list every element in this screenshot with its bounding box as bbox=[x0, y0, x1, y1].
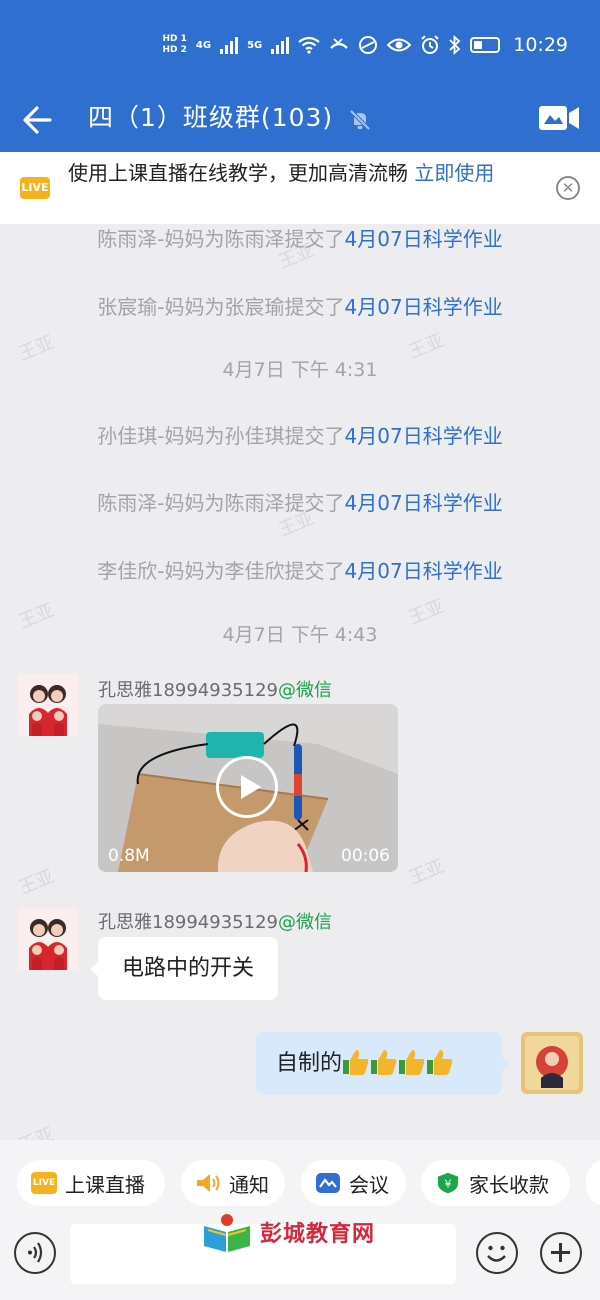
quick-action-label: 上课直播 bbox=[65, 1172, 145, 1197]
battery-icon bbox=[470, 37, 501, 53]
homework-link[interactable]: 4月07日科学作业 bbox=[345, 559, 503, 583]
banner-message: 使用上课直播在线教学，更加高清流畅 bbox=[68, 161, 408, 185]
sender-name: 孔思雅18994935129@微信 bbox=[98, 908, 332, 934]
status-bar: HD 1 HD 2 4G 5G 10:29 bbox=[0, 0, 600, 88]
speaker-icon bbox=[197, 1174, 220, 1192]
quick-meeting-button[interactable]: 会议 bbox=[301, 1160, 406, 1206]
own-message-text: 自制的 bbox=[276, 1051, 343, 1076]
homework-submission-notice: 孙佳琪-妈妈为孙佳琪提交了4月07日科学作业 bbox=[0, 420, 600, 449]
group-title: 四（1）班级群(103) bbox=[88, 103, 334, 132]
signal-icon bbox=[271, 36, 290, 54]
notice-text: 李佳欣-妈妈为李佳欣提交了 bbox=[97, 559, 345, 583]
time-stamp: 4月7日 下午 4:43 bbox=[222, 624, 378, 646]
avatar[interactable] bbox=[17, 908, 79, 970]
homework-link[interactable]: 4月07日科学作业 bbox=[345, 227, 503, 251]
mute-bell-icon bbox=[349, 109, 371, 131]
thumbs-up-icon bbox=[343, 1050, 369, 1075]
site-logo-watermark: 彭城教育网 bbox=[202, 1212, 375, 1252]
network-5g-label: 5G bbox=[247, 39, 263, 51]
quick-live-button[interactable]: LIVE 上课直播 bbox=[17, 1160, 165, 1206]
homework-link[interactable]: 4月07日科学作业 bbox=[345, 491, 503, 515]
network-4g-label: 4G bbox=[195, 39, 212, 51]
bottom-toolbar: LIVE 上课直播 通知 会议 ¥ 家长收款 彭城教育网 bbox=[0, 1140, 600, 1300]
wifi-icon bbox=[298, 36, 320, 54]
bluetooth-icon bbox=[449, 35, 461, 55]
thumbs-up-icon bbox=[399, 1050, 425, 1075]
play-icon[interactable] bbox=[216, 756, 278, 818]
avatar[interactable] bbox=[17, 674, 79, 736]
video-call-icon[interactable] bbox=[538, 100, 580, 136]
quick-payment-button[interactable]: ¥ 家长收款 bbox=[421, 1160, 570, 1206]
payment-shield-icon: ¥ bbox=[437, 1172, 459, 1194]
clock: 10:29 bbox=[513, 34, 568, 56]
alarm-icon bbox=[421, 35, 439, 54]
hd1-label: HD 1 bbox=[162, 34, 187, 44]
watermark: 王亚 bbox=[15, 865, 58, 899]
live-icon: LIVE bbox=[31, 1172, 57, 1194]
use-now-link[interactable]: 立即使用 bbox=[414, 161, 494, 185]
back-arrow-icon[interactable] bbox=[20, 98, 60, 142]
text-message[interactable]: 电路中的开关 bbox=[89, 937, 279, 1000]
homework-link[interactable]: 4月07日科学作业 bbox=[345, 295, 503, 319]
quick-notice-button[interactable]: 通知 bbox=[181, 1160, 285, 1206]
homework-submission-notice: 张宸瑜-妈妈为张宸瑜提交了4月07日科学作业 bbox=[0, 291, 600, 320]
homework-submission-notice: 李佳欣-妈妈为李佳欣提交了4月07日科学作业 bbox=[0, 555, 600, 584]
notice-text: 陈雨泽-妈妈为陈雨泽提交了 bbox=[97, 227, 345, 251]
video-size: 0.8M bbox=[108, 846, 150, 866]
chat-area[interactable]: 王亚 王亚 王亚 王亚 王亚 王亚 王亚 王亚 王亚 陈雨泽-妈妈为陈雨泽提交了… bbox=[0, 224, 600, 1140]
sender-label: 孔思雅18994935129 bbox=[98, 680, 278, 701]
notice-text: 陈雨泽-妈妈为陈雨泽提交了 bbox=[97, 491, 345, 515]
quick-action-label: 通知 bbox=[229, 1172, 269, 1197]
status-icons: HD 1 HD 2 4G 5G 10:29 bbox=[162, 32, 568, 58]
thumbs-up-icon bbox=[371, 1050, 397, 1075]
site-logo-text: 彭城教育网 bbox=[260, 1222, 376, 1247]
watermark: 王亚 bbox=[405, 855, 448, 889]
quick-action-label: 会议 bbox=[349, 1172, 389, 1197]
watermark: 王亚 bbox=[14, 1120, 57, 1140]
notice-text: 张宸瑜-妈妈为张宸瑜提交了 bbox=[97, 295, 345, 319]
svg-text:¥: ¥ bbox=[445, 1178, 452, 1191]
chat-header: 四（1）班级群(103) bbox=[0, 88, 600, 152]
hd-indicator: HD 1 HD 2 bbox=[162, 34, 186, 56]
video-duration: 00:06 bbox=[341, 846, 390, 866]
homework-submission-notice: 陈雨泽-妈妈为陈雨泽提交了4月07日科学作业 bbox=[0, 224, 600, 252]
live-promo-banner[interactable]: LIVE 使用上课直播在线教学，更加高清流畅 立即使用 ✕ bbox=[0, 152, 600, 224]
banner-text: 使用上课直播在线教学，更加高清流畅 立即使用 bbox=[68, 158, 548, 188]
live-icon: LIVE bbox=[20, 177, 50, 199]
thumbs-up-icon bbox=[427, 1050, 453, 1075]
voice-input-icon[interactable] bbox=[14, 1232, 56, 1274]
quick-action-label: 家长收款 bbox=[469, 1172, 549, 1197]
close-icon[interactable]: ✕ bbox=[556, 176, 580, 200]
sender-source: @微信 bbox=[277, 680, 332, 701]
homework-link[interactable]: 4月07日科学作业 bbox=[345, 424, 503, 448]
app-notification-icon bbox=[359, 36, 378, 54]
sender-label: 孔思雅18994935129 bbox=[98, 912, 278, 933]
eye-comfort-icon bbox=[387, 38, 412, 52]
book-logo-icon bbox=[204, 1214, 250, 1252]
plus-icon[interactable] bbox=[540, 1232, 582, 1274]
quick-more-button[interactable] bbox=[586, 1160, 600, 1206]
homework-submission-notice: 陈雨泽-妈妈为陈雨泽提交了4月07日科学作业 bbox=[0, 487, 600, 516]
sender-name: 孔思雅18994935129@微信 bbox=[98, 676, 332, 702]
missed-call-icon bbox=[330, 38, 349, 49]
hd2-label: HD 2 bbox=[162, 45, 187, 55]
signal-icon bbox=[220, 36, 239, 54]
own-avatar[interactable] bbox=[521, 1032, 583, 1094]
time-stamp: 4月7日 下午 4:31 bbox=[222, 359, 378, 381]
notice-text: 孙佳琪-妈妈为孙佳琪提交了 bbox=[97, 424, 345, 448]
video-message[interactable]: 0.8M 00:06 bbox=[98, 704, 398, 872]
sender-source: @微信 bbox=[277, 912, 332, 933]
own-text-message[interactable]: 自制的 bbox=[256, 1032, 510, 1095]
meeting-icon bbox=[316, 1173, 340, 1193]
emoji-icon[interactable] bbox=[476, 1232, 518, 1274]
